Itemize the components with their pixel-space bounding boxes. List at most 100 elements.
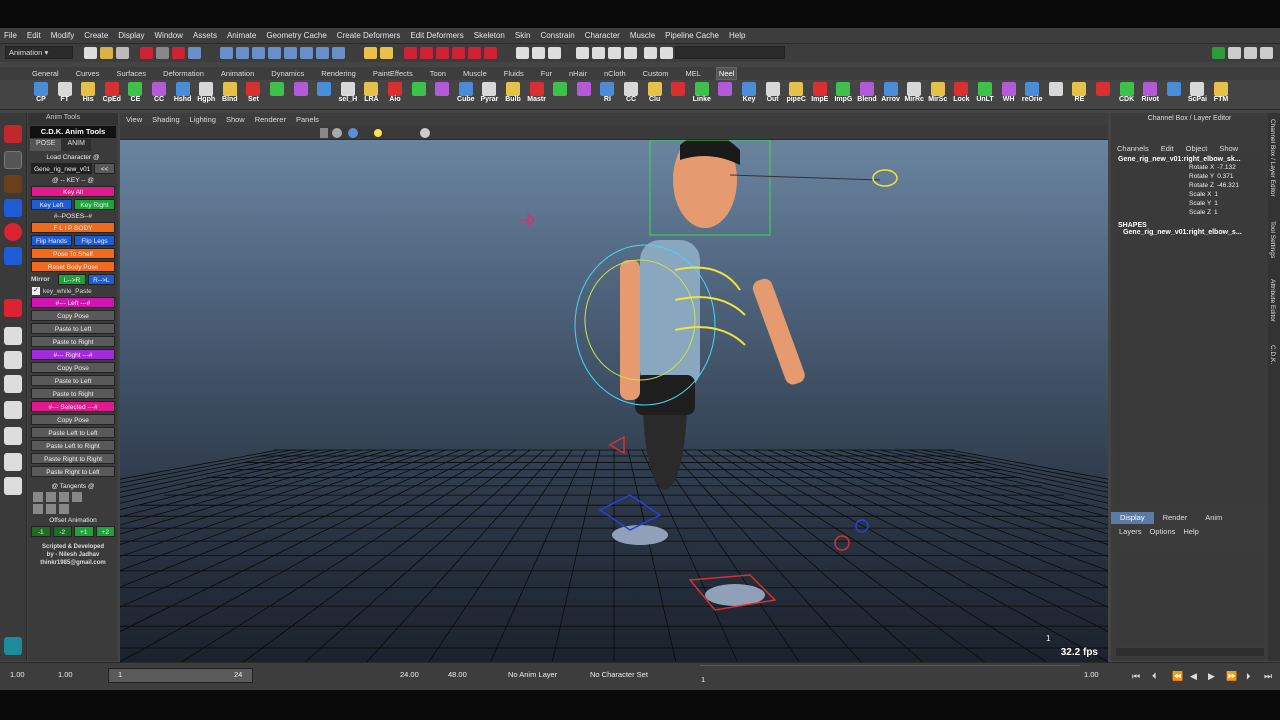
- offset-minus-2-button[interactable]: -2: [52, 526, 72, 537]
- right-paste-to-right-button[interactable]: Paste to Right: [31, 388, 115, 399]
- menu-create-deformers[interactable]: Create Deformers: [337, 31, 401, 40]
- rotate-icon[interactable]: [484, 47, 497, 59]
- shelf-tab-muscle[interactable]: Muscle: [461, 68, 489, 79]
- shelf-button-ft[interactable]: FT: [52, 81, 78, 109]
- viewport-menu-lighting[interactable]: Lighting: [190, 115, 216, 124]
- step-back-frame-icon[interactable]: ⏪: [1172, 671, 1183, 682]
- graph-icon[interactable]: [532, 47, 545, 59]
- play-backwards-icon[interactable]: ◀: [1190, 671, 1197, 682]
- playback-start-field[interactable]: 1.00: [58, 670, 73, 679]
- layout-graph-icon[interactable]: [4, 427, 22, 445]
- tangent-linear-icon[interactable]: [46, 492, 56, 502]
- paste-right-to-left-button[interactable]: Paste Right to Left: [31, 466, 115, 477]
- offset-plus-2-button[interactable]: +2: [95, 526, 115, 537]
- shelf-tab-rendering[interactable]: Rendering: [319, 68, 358, 79]
- layout-persp-icon[interactable]: [4, 477, 22, 495]
- shelf-button-icon-11[interactable]: [288, 81, 314, 109]
- menu-display[interactable]: Display: [118, 31, 144, 40]
- tangent-flat-icon[interactable]: [72, 492, 82, 502]
- range-slider[interactable]: [108, 668, 253, 683]
- new-scene-icon[interactable]: [84, 47, 97, 59]
- shelf-button-icon-45[interactable]: [1090, 81, 1116, 109]
- side-tab-cdk[interactable]: C.D.K.: [1269, 345, 1276, 364]
- shelf-button-clu[interactable]: Clu: [642, 81, 668, 109]
- layer-scrollbar[interactable]: [1116, 648, 1264, 656]
- shelf-button-unlt[interactable]: UnLT: [972, 81, 998, 109]
- key-all-button[interactable]: Key All: [31, 186, 115, 197]
- offset-minus-1-button[interactable]: -1: [31, 526, 51, 537]
- shelf-button-key[interactable]: Key: [736, 81, 762, 109]
- select-object-icon[interactable]: [156, 47, 169, 59]
- tab-render[interactable]: Render: [1154, 512, 1197, 524]
- layer-editor-toggle-icon[interactable]: [1260, 47, 1273, 59]
- menu-assets[interactable]: Assets: [193, 31, 217, 40]
- play-forwards-icon[interactable]: ▶: [1208, 671, 1215, 682]
- shelf-button-mirsc[interactable]: MirSc: [925, 81, 951, 109]
- shelf-tab-nhair[interactable]: nHair: [567, 68, 589, 79]
- search-icon[interactable]: [660, 47, 673, 59]
- pose-to-shelf-button[interactable]: Pose To Shelf: [31, 248, 115, 259]
- snap-plane-icon[interactable]: [268, 47, 281, 59]
- wireframe-icon[interactable]: [320, 128, 328, 138]
- tab-anim-layers[interactable]: Anim: [1196, 512, 1231, 524]
- channel-value[interactable]: -7.132: [1217, 164, 1235, 171]
- side-tab-tool-settings[interactable]: Tool Settings: [1269, 221, 1276, 258]
- shelf-button-lock[interactable]: Lock: [948, 81, 974, 109]
- menu-constrain[interactable]: Constrain: [540, 31, 574, 40]
- shelf-tab-fluids[interactable]: Fluids: [502, 68, 526, 79]
- select-hierarchy-icon[interactable]: [140, 47, 153, 59]
- shelf-button-bulb[interactable]: Bulb: [500, 81, 526, 109]
- hypershade-icon[interactable]: [436, 47, 449, 59]
- menu-window[interactable]: Window: [155, 31, 183, 40]
- flip-body-button[interactable]: F L I P BODY: [31, 222, 115, 233]
- selected-copy-pose-button[interactable]: Copy Pose: [31, 414, 115, 425]
- shelf-button-icon-43[interactable]: [1043, 81, 1069, 109]
- construction-icon[interactable]: [316, 47, 329, 59]
- shelf-tab-deformation[interactable]: Deformation: [161, 68, 206, 79]
- right-paste-to-left-button[interactable]: Paste to Left: [31, 375, 115, 386]
- layout-outliner-icon[interactable]: [4, 401, 22, 419]
- shelf-button-linke[interactable]: Linke: [689, 81, 715, 109]
- right-copy-pose-button[interactable]: Copy Pose: [31, 362, 115, 373]
- menu-muscle[interactable]: Muscle: [630, 31, 655, 40]
- shelf-button-icon-23[interactable]: [571, 81, 597, 109]
- attribute-editor-toggle-icon[interactable]: [1228, 47, 1241, 59]
- shelf-button-arrov[interactable]: Arrov: [878, 81, 904, 109]
- menu-edit-deformers[interactable]: Edit Deformers: [410, 31, 463, 40]
- paint-select-icon[interactable]: [4, 175, 22, 193]
- xray-icon[interactable]: [420, 128, 430, 138]
- viewport-menu-renderer[interactable]: Renderer: [255, 115, 286, 124]
- shelf-button-ri[interactable]: RI: [594, 81, 620, 109]
- shelf-tab-neel[interactable]: Neel: [715, 67, 738, 80]
- snap-curve-icon[interactable]: [236, 47, 249, 59]
- channel-row[interactable]: Rotate X -7.132: [1115, 164, 1265, 171]
- channel-box-toggle-icon[interactable]: [1212, 47, 1225, 59]
- anim-layer-selector[interactable]: No Anim Layer: [508, 670, 557, 679]
- end-time-field[interactable]: 48.00: [448, 670, 467, 679]
- mirror-l-to-r-button[interactable]: L-->R: [58, 274, 86, 285]
- menu-options[interactable]: Options: [1150, 527, 1176, 536]
- menu-help[interactable]: Help: [729, 31, 745, 40]
- menu-edit[interactable]: Edit: [1161, 144, 1174, 153]
- select-tool-icon[interactable]: [4, 125, 22, 143]
- flip-hands-button[interactable]: Flip Hands: [31, 235, 72, 246]
- shelf-button-pipec[interactable]: pipeC: [783, 81, 809, 109]
- menu-layers[interactable]: Layers: [1119, 527, 1142, 536]
- tangent-clamped-icon[interactable]: [59, 492, 69, 502]
- rotate-tool-icon[interactable]: [4, 223, 22, 241]
- shelf-button-set[interactable]: Set: [240, 81, 266, 109]
- shelf-button-re[interactable]: RE: [1066, 81, 1092, 109]
- shelf-button-icon-12[interactable]: [311, 81, 337, 109]
- node-icon[interactable]: [576, 47, 589, 59]
- shelf-button-icon-29[interactable]: [712, 81, 738, 109]
- character-set-selector[interactable]: No Character Set: [590, 670, 648, 679]
- load-character-button[interactable]: <<: [94, 163, 115, 174]
- channel-value[interactable]: -46.321: [1217, 182, 1239, 189]
- shelf-tab-animation[interactable]: Animation: [219, 68, 256, 79]
- menu-create[interactable]: Create: [84, 31, 108, 40]
- tangent-plateau-icon[interactable]: [46, 504, 56, 514]
- shelf-tab-mel[interactable]: MEL: [683, 68, 702, 79]
- channel-row[interactable]: Rotate Y 0.371: [1115, 173, 1265, 180]
- side-tab-channel-box[interactable]: Channel Box / Layer Editor: [1269, 119, 1276, 197]
- custom-tool-icon[interactable]: [4, 637, 22, 655]
